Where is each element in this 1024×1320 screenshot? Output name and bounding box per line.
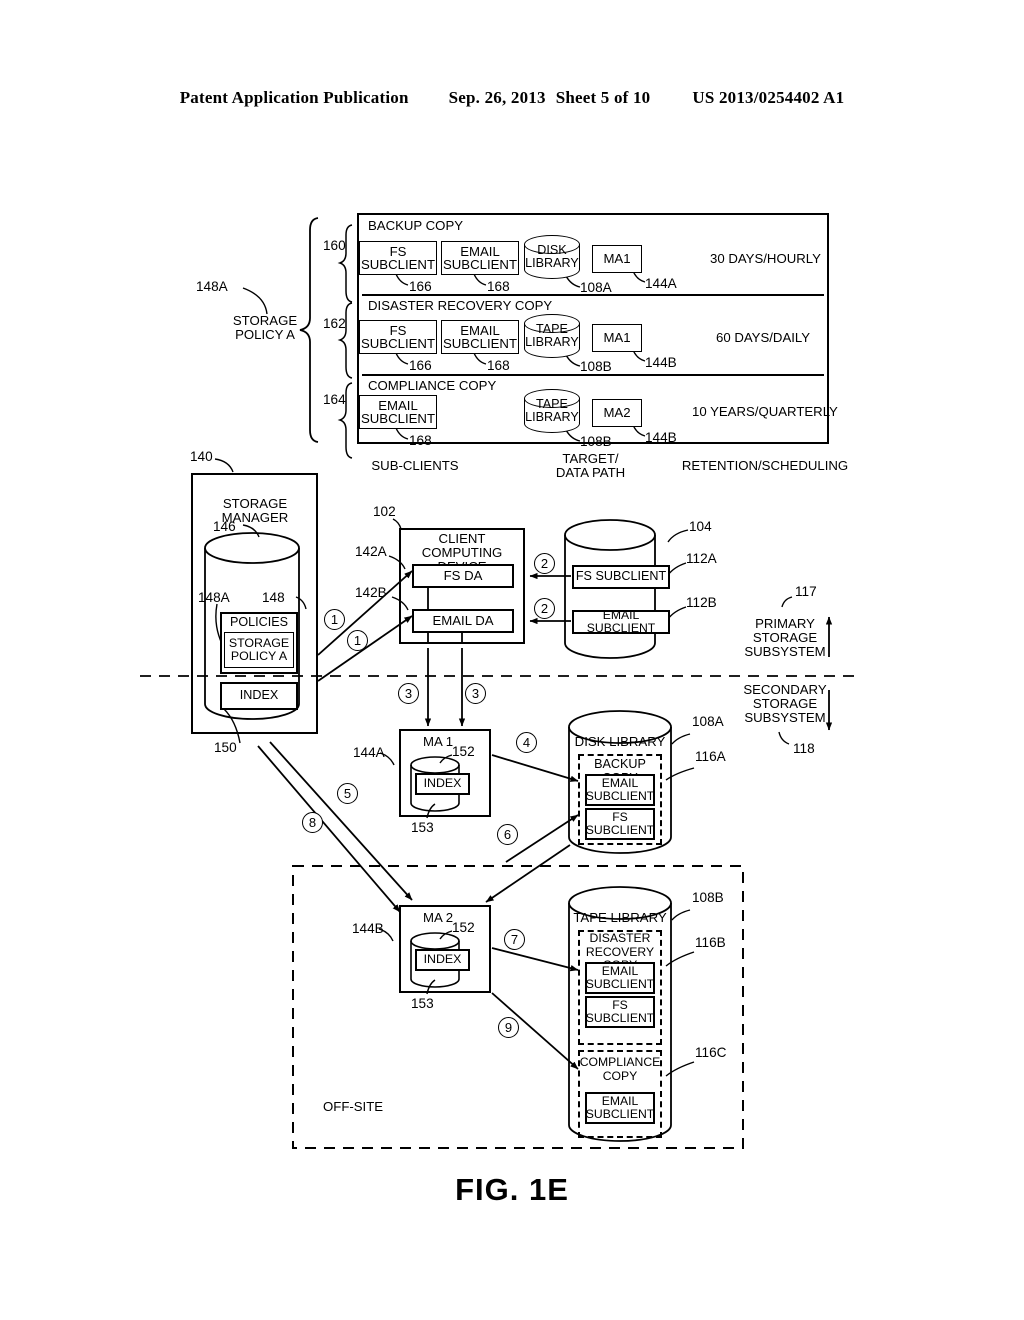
ref-160: 160 (323, 238, 346, 253)
ref-112a: 112A (686, 551, 717, 566)
ref-152-ma1: 152 (452, 744, 475, 759)
policies-label: POLICIES (229, 615, 289, 629)
ref-116a: 116A (695, 749, 726, 764)
ref-144b-ma: 144B (352, 921, 384, 936)
ref-144a-ma: 144A (353, 745, 385, 760)
ref-142a: 142A (355, 544, 387, 559)
ref-153-ma2: 153 (411, 996, 434, 1011)
ref-162: 162 (323, 316, 346, 331)
step-3b: 3 (465, 683, 486, 704)
ref-118: 118 (793, 741, 815, 756)
tape-dr-fs-subclient[interactable]: FS SUBCLIENT (585, 996, 655, 1028)
media-agent-2-label: MA 2 (423, 910, 454, 925)
compliance-copy-title: COMPLIANCE COPY (579, 1055, 661, 1083)
storage-manager-index[interactable]: INDEX (220, 682, 298, 710)
step-8: 8 (302, 812, 323, 833)
ref-152-ma2: 152 (452, 920, 475, 935)
step-3a: 3 (398, 683, 419, 704)
step-1a: 1 (324, 609, 345, 630)
ref-168-dr: 168 (487, 358, 510, 373)
tape-dr-email-subclient[interactable]: EMAIL SUBCLIENT (585, 962, 655, 994)
policy-retention-backup: 30 DAYS/HOURLY (710, 251, 821, 266)
ref-140: 140 (190, 449, 213, 464)
policy-media-agent-dr[interactable]: MA1 (592, 324, 642, 352)
ref-108a-lib: 108A (692, 714, 724, 729)
ref-166-dr: 166 (409, 358, 432, 373)
policy-subclient-fs-backup[interactable]: FS SUBCLIENT (359, 241, 437, 275)
step-2a: 2 (534, 553, 555, 574)
ref-142b: 142B (355, 585, 387, 600)
disk-backup-fs-subclient[interactable]: FS SUBCLIENT (585, 808, 655, 840)
ref-168-compliance: 168 (409, 433, 432, 448)
ref-102: 102 (373, 504, 396, 519)
ref-168-backup: 168 (487, 279, 510, 294)
figure-line-art (140, 213, 858, 1149)
storage-policy-label: STORAGE POLICY A (232, 313, 298, 342)
ref-144b-compliance: 144B (645, 430, 677, 445)
media-agent-1-label: MA 1 (423, 734, 454, 749)
ref-148: 148 (262, 590, 285, 605)
ref-153-ma1: 153 (411, 820, 434, 835)
step-1b: 1 (347, 630, 368, 651)
step-7: 7 (504, 929, 525, 950)
offsite-label: OFF-SITE (323, 1099, 384, 1114)
policy-subclient-email-backup[interactable]: EMAIL SUBCLIENT (441, 241, 519, 275)
ref-112b: 112B (686, 595, 717, 610)
secondary-storage-subsystem-label: SECONDARY STORAGE SUBSYSTEM (743, 682, 827, 725)
ref-164: 164 (323, 392, 346, 407)
email-subclient-primary[interactable]: EMAIL SUBCLIENT (572, 608, 670, 635)
step-5: 5 (337, 783, 358, 804)
media-agent-1-index[interactable]: INDEX (415, 773, 470, 795)
tape-library-title: TAPE LIBRARY (573, 910, 667, 925)
column-header-target-data-path: TARGET/ DATA PATH (555, 451, 626, 480)
step-9: 9 (498, 1017, 519, 1038)
policy-retention-dr: 60 DAYS/DAILY (716, 330, 811, 345)
ref-116b: 116B (695, 935, 726, 950)
figure-caption: FIG. 1E (455, 1172, 569, 1207)
policy-media-agent-backup[interactable]: MA1 (592, 245, 642, 273)
tape-compliance-email-subclient[interactable]: EMAIL SUBCLIENT (585, 1092, 655, 1124)
ref-144b-dr: 144B (645, 355, 677, 370)
step-2b: 2 (534, 598, 555, 619)
ref-144a-backup: 144A (645, 276, 677, 291)
policy-library-disk-backup[interactable]: DISK LIBRARY (524, 235, 580, 279)
row-title-backup-copy: BACKUP COPY (368, 218, 464, 233)
fs-data-agent[interactable]: FS DA (412, 564, 514, 588)
policies-container[interactable]: POLICIES STORAGE POLICY A (220, 612, 298, 674)
ref-166-backup: 166 (409, 279, 432, 294)
email-data-agent[interactable]: EMAIL DA (412, 609, 514, 633)
fs-subclient-primary[interactable]: FS SUBCLIENT (572, 565, 670, 589)
policy-subclient-fs-dr[interactable]: FS SUBCLIENT (359, 320, 437, 354)
ref-108a-backup: 108A (580, 280, 612, 295)
storage-policy-a-entry[interactable]: STORAGE POLICY A (224, 631, 294, 668)
step-4: 4 (516, 732, 537, 753)
ref-150: 150 (214, 740, 237, 755)
ref-108b-lib: 108B (692, 890, 724, 905)
row-title-dr-copy: DISASTER RECOVERY COPY (368, 298, 553, 313)
ref-116c: 116C (695, 1045, 727, 1060)
disk-library-title: DISK LIBRARY (574, 734, 666, 749)
ref-148a-mgr: 148A (198, 590, 230, 605)
ref-117: 117 (795, 584, 817, 599)
step-6: 6 (497, 824, 518, 845)
policy-subclient-email-dr[interactable]: EMAIL SUBCLIENT (441, 320, 519, 354)
policy-retention-compliance: 10 YEARS/QUARTERLY (692, 404, 838, 419)
policy-library-tape-dr[interactable]: TAPE LIBRARY (524, 314, 580, 358)
ref-104: 104 (689, 519, 712, 534)
ref-148a-policy: 148A (196, 279, 228, 294)
policy-library-tape-compliance[interactable]: TAPE LIBRARY (524, 389, 580, 433)
ref-146: 146 (213, 519, 236, 534)
row-title-compliance-copy: COMPLIANCE COPY (368, 378, 497, 393)
ref-108b-compliance: 108B (580, 434, 612, 449)
column-header-retention: RETENTION/SCHEDULING (681, 458, 849, 473)
media-agent-2-index[interactable]: INDEX (415, 949, 470, 971)
policy-subclient-email-compliance[interactable]: EMAIL SUBCLIENT (359, 395, 437, 429)
ref-108b-dr: 108B (580, 359, 612, 374)
policy-media-agent-compliance[interactable]: MA2 (592, 399, 642, 427)
column-header-subclients: SUB-CLIENTS (371, 458, 459, 473)
primary-storage-subsystem-label: PRIMARY STORAGE SUBSYSTEM (744, 616, 826, 659)
disk-backup-email-subclient[interactable]: EMAIL SUBCLIENT (585, 774, 655, 806)
